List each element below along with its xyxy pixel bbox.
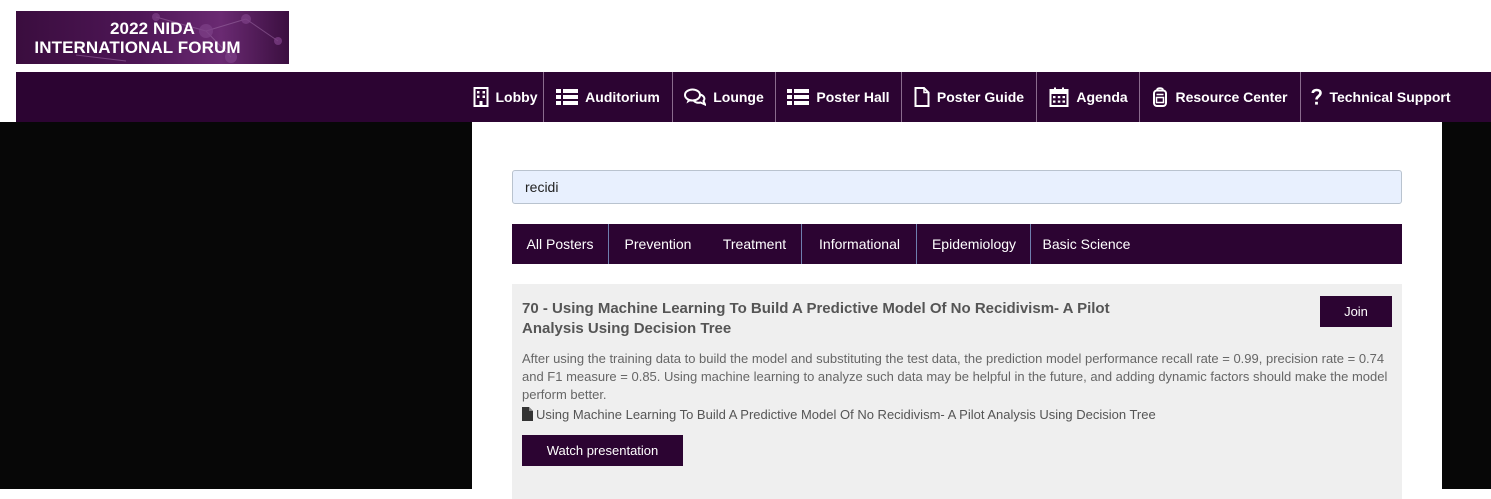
nav-lounge[interactable]: Lounge	[672, 72, 775, 122]
nav-label: Technical Support	[1329, 89, 1451, 105]
file-icon	[522, 407, 533, 421]
poster-abstract: After using the training data to build t…	[522, 351, 1388, 402]
nav-label: Agenda	[1076, 89, 1128, 105]
nav-resource-center[interactable]: Resource Center	[1139, 72, 1300, 122]
next-poster-card	[512, 489, 1402, 499]
category-tabs: All Posters Prevention Treatment Informa…	[512, 224, 1402, 264]
left-background-panel	[0, 122, 472, 489]
question-icon	[1311, 88, 1323, 105]
watch-presentation-button[interactable]: Watch presentation	[522, 435, 683, 466]
search-input[interactable]	[512, 170, 1402, 204]
list-icon	[787, 89, 810, 105]
site-header: 2022 NIDA INTERNATIONAL FORUM	[0, 0, 1491, 72]
poster-file-label: Using Machine Learning To Build A Predic…	[536, 407, 1156, 422]
building-icon	[473, 87, 488, 107]
event-logo[interactable]: 2022 NIDA INTERNATIONAL FORUM	[16, 11, 289, 64]
poster-title: 70 - Using Machine Learning To Build A P…	[522, 300, 1110, 337]
tab-basic-science[interactable]: Basic Science	[1030, 224, 1142, 264]
logo-text: 2022 NIDA INTERNATIONAL FORUM	[16, 19, 289, 57]
tab-treatment[interactable]: Treatment	[707, 224, 802, 264]
poster-card: 70 - Using Machine Learning To Build A P…	[512, 284, 1402, 490]
nav-label: Auditorium	[585, 89, 660, 105]
nav-label: Lounge	[713, 89, 764, 105]
list-icon	[556, 89, 579, 105]
main-navigation: Lobby Auditorium Lounge Poster Hall Post…	[16, 72, 1491, 122]
nav-poster-hall[interactable]: Poster Hall	[775, 72, 901, 122]
calendar-icon	[1049, 87, 1069, 107]
nav-lobby[interactable]: Lobby	[466, 72, 544, 122]
tab-all-posters[interactable]: All Posters	[512, 224, 608, 264]
nav-label: Lobby	[495, 89, 538, 105]
file-icon	[914, 87, 930, 107]
nav-technical-support[interactable]: Technical Support	[1300, 72, 1461, 122]
nav-poster-guide[interactable]: Poster Guide	[901, 72, 1036, 122]
comments-icon	[684, 88, 707, 106]
right-background-panel	[1442, 122, 1491, 489]
logo-line-2: INTERNATIONAL FORUM	[34, 38, 241, 57]
nav-auditorium[interactable]: Auditorium	[543, 72, 672, 122]
join-button[interactable]: Join	[1320, 296, 1392, 327]
nav-label: Poster Guide	[936, 89, 1025, 105]
backpack-icon	[1153, 87, 1168, 107]
poster-hall-content: All Posters Prevention Treatment Informa…	[472, 122, 1442, 499]
logo-line-1: 2022 NIDA	[110, 19, 195, 38]
poster-file-link[interactable]: Using Machine Learning To Build A Predic…	[522, 406, 1156, 424]
tab-prevention[interactable]: Prevention	[608, 224, 707, 264]
nav-label: Resource Center	[1175, 89, 1288, 105]
tab-informational[interactable]: Informational	[801, 224, 917, 264]
nav-agenda[interactable]: Agenda	[1036, 72, 1140, 122]
tab-epidemiology[interactable]: Epidemiology	[916, 224, 1031, 264]
nav-label: Poster Hall	[816, 89, 890, 105]
